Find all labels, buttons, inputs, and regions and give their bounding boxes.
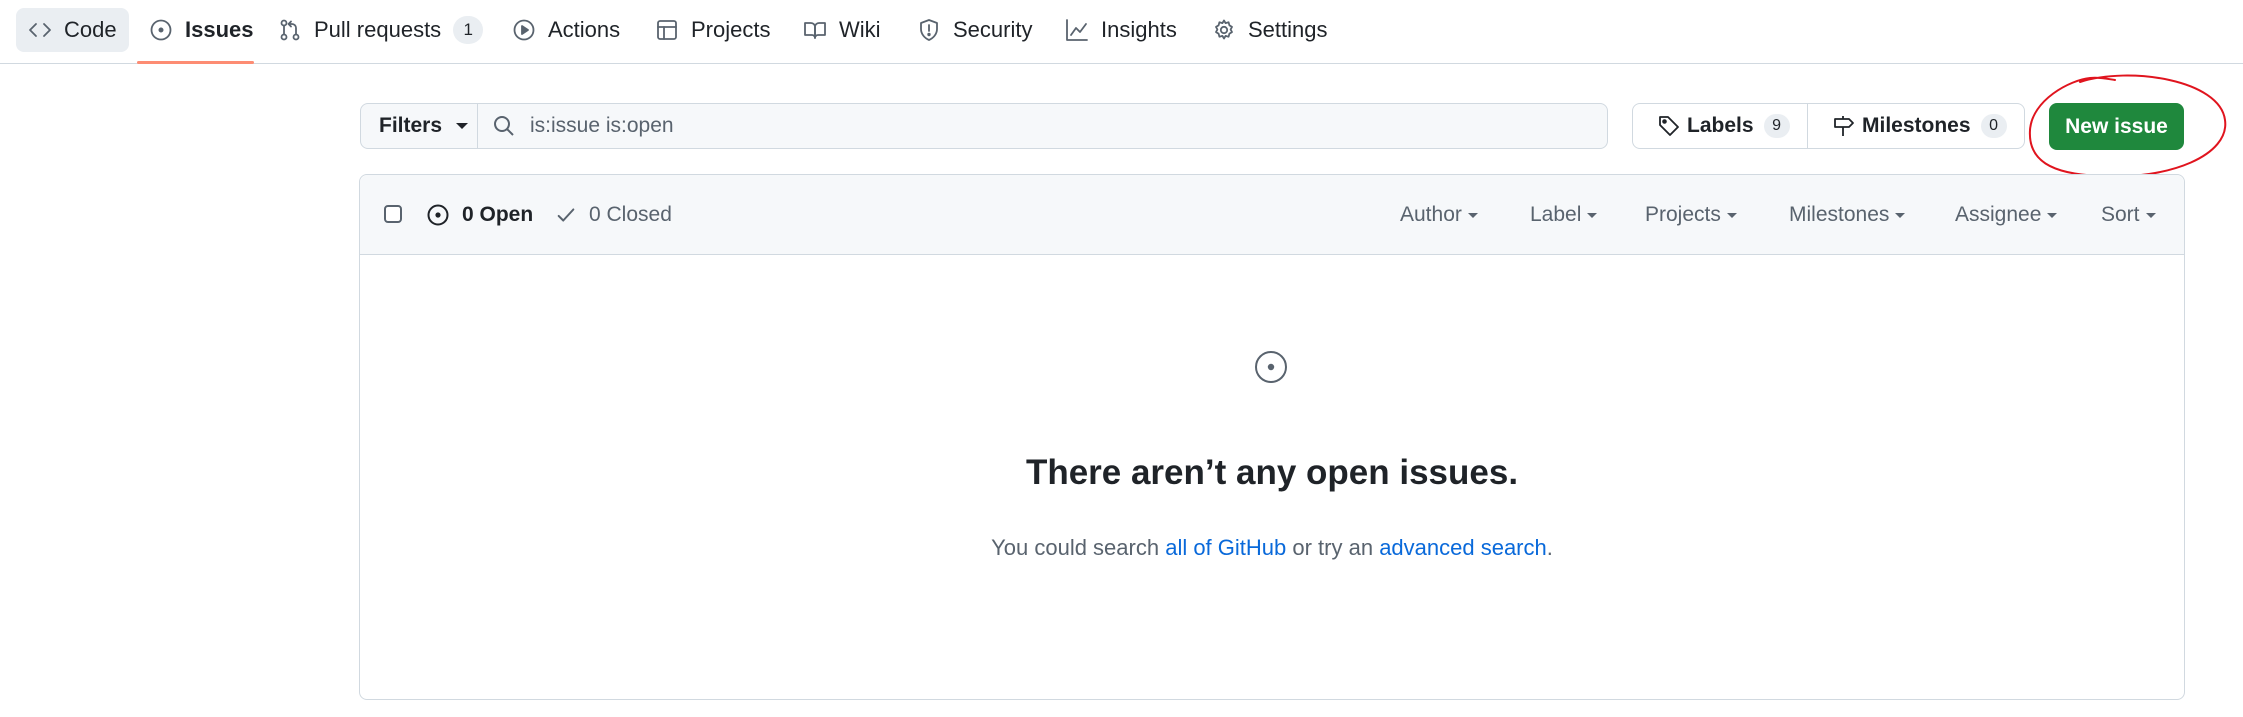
labels-count: 9 (1763, 114, 1790, 138)
issue-search[interactable] (477, 103, 1608, 149)
blankslate-description: You could search all of GitHub or try an… (360, 535, 2184, 561)
triangle-down-icon (1726, 212, 1737, 218)
triangle-down-icon (1467, 212, 1478, 218)
projects-filter-label: Projects (1645, 203, 1721, 226)
label-filter[interactable]: Label (1530, 197, 1598, 233)
search-icon (494, 116, 514, 136)
triangle-down-icon (2047, 212, 2058, 218)
assignee-filter[interactable]: Assignee (1955, 197, 2058, 233)
nav-tab-label: Projects (691, 17, 771, 42)
nav-tab-label: Issues (185, 17, 254, 42)
play-icon (513, 19, 535, 41)
desc-prefix: You could search (991, 535, 1166, 560)
nav-tab-label: Settings (1248, 17, 1328, 42)
nav-tab-label: Wiki (839, 17, 881, 42)
blankslate-title: There aren’t any open issues. (1025, 453, 1519, 492)
new-issue-label: New issue (2065, 114, 2168, 138)
nav-tab-issues[interactable]: Issues (137, 8, 266, 52)
shield-icon (920, 19, 938, 41)
table-icon (657, 20, 677, 40)
blankslate: There aren’t any open issues. You could … (360, 255, 2184, 699)
nav-tab-label: Security (953, 17, 1033, 42)
nav-tab-projects[interactable]: Projects (643, 8, 782, 52)
nav-tab-label: Actions (548, 17, 621, 42)
closed-issues-toggle[interactable]: 0 Closed (555, 197, 672, 233)
author-filter-label: Author (1400, 203, 1462, 226)
desc-suffix: . (1546, 535, 1553, 560)
sort-filter[interactable]: Sort (2101, 197, 2156, 233)
search-input[interactable] (528, 113, 1582, 139)
selected-tab-underline (137, 61, 254, 64)
nav-tab-actions[interactable]: Actions (500, 8, 632, 52)
triangle-down-icon (2145, 212, 2156, 218)
nav-tab-label: Insights (1101, 17, 1177, 42)
triangle-down-icon (1587, 212, 1598, 218)
milestones-label: Milestones (1862, 114, 1971, 137)
assignee-filter-label: Assignee (1955, 203, 2042, 226)
tag-icon (1659, 116, 1679, 136)
nav-tab-pull-requests[interactable]: Pull requests 1 (266, 8, 495, 52)
milestones-filter[interactable]: Milestones (1789, 197, 1906, 233)
issue-opened-icon (427, 204, 449, 226)
issue-opened-icon (150, 19, 172, 41)
book-icon (804, 22, 826, 39)
pull-requests-count: 1 (453, 16, 484, 44)
closed-count-label: 0 Closed (589, 203, 672, 226)
check-icon (557, 208, 575, 222)
milestones-button[interactable]: Milestones 0 (1807, 103, 2025, 149)
gear-icon (1215, 19, 1233, 40)
projects-filter[interactable]: Projects (1645, 197, 1737, 233)
code-icon (29, 23, 51, 37)
label-filter-label: Label (1530, 203, 1582, 226)
repo-nav: Code Issues Pull requests 1 Actions Proj… (0, 0, 2243, 64)
triangle-down-icon (1895, 212, 1906, 218)
labels-label: Labels (1687, 114, 1754, 137)
nav-tab-insights[interactable]: Insights (1053, 8, 1189, 52)
nav-tab-label: Pull requests (314, 17, 442, 42)
advanced-search-link[interactable]: advanced search (1379, 535, 1547, 560)
select-all-checkbox[interactable] (384, 205, 402, 223)
issues-list-header: 0 Open 0 Closed Author Label Projects Mi… (360, 175, 2184, 255)
nav-tab-settings[interactable]: Settings (1200, 8, 1340, 52)
desc-middle: or try an (1286, 535, 1380, 560)
filters-label: Filters (379, 114, 443, 137)
sort-filter-label: Sort (2101, 203, 2140, 226)
issues-list: 0 Open 0 Closed Author Label Projects Mi… (359, 174, 2185, 700)
graph-icon (1066, 19, 1088, 41)
milestones-count: 0 (1980, 114, 2007, 138)
issue-opened-icon (1253, 349, 1289, 385)
labels-button[interactable]: Labels 9 (1632, 103, 1808, 149)
nav-tab-code[interactable]: Code (16, 8, 129, 52)
milestone-icon (1834, 116, 1854, 136)
all-of-github-link[interactable]: all of GitHub (1165, 535, 1286, 560)
git-pull-request-icon (280, 19, 300, 41)
milestones-filter-label: Milestones (1789, 203, 1890, 226)
author-filter[interactable]: Author (1400, 197, 1478, 233)
nav-tab-security[interactable]: Security (905, 8, 1044, 52)
open-count-label: 0 Open (462, 203, 534, 226)
open-issues-toggle[interactable]: 0 Open (426, 197, 533, 233)
triangle-down-icon (456, 123, 469, 129)
nav-tab-wiki[interactable]: Wiki (791, 8, 893, 52)
new-issue-button[interactable]: New issue (2049, 103, 2184, 150)
nav-tab-label: Code (64, 17, 117, 42)
filters-button[interactable]: Filters (360, 103, 478, 149)
